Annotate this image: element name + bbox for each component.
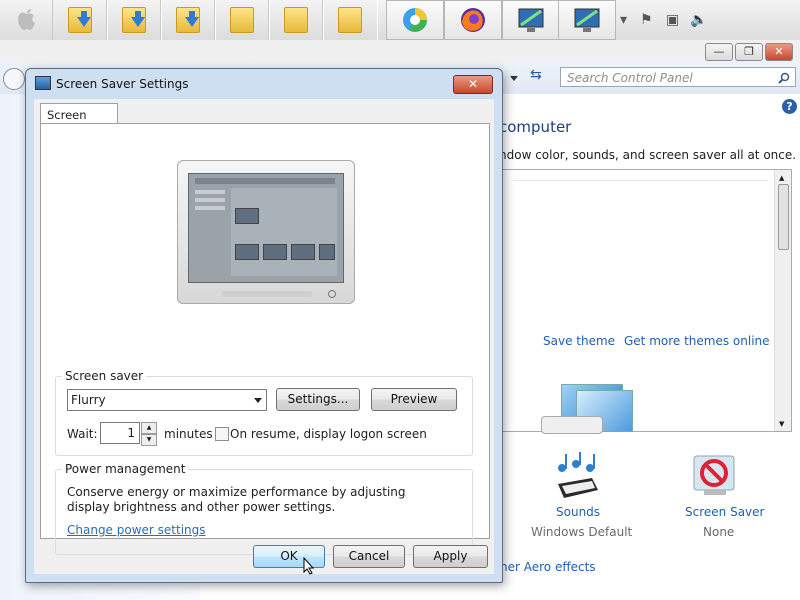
taskbar-folder-5[interactable] [268, 0, 324, 40]
dialog-body: Screen Saver [34, 99, 494, 574]
minimize-button[interactable]: — [705, 43, 733, 61]
monitor-app-icon [518, 8, 544, 32]
taskbar-browser-button[interactable] [386, 0, 444, 40]
screen-saver-group-title: Screen saver [62, 369, 147, 383]
wait-spinner[interactable]: ▲ ▼ [141, 422, 157, 446]
screen-saver-item[interactable] [690, 450, 742, 502]
restore-button[interactable]: ❐ [735, 43, 763, 61]
screen-saver-none-icon [693, 455, 735, 495]
screen-saver-select[interactable]: Flurry [67, 389, 267, 411]
theme-list-scrollbar[interactable]: ▲ ▼ [774, 170, 791, 431]
logon-screen-label[interactable]: On resume, display logon screen [230, 427, 427, 441]
taskbar-app-button-1[interactable] [502, 0, 560, 40]
aero-effects-link[interactable]: her Aero effects [500, 560, 596, 574]
folder-download-icon [68, 7, 92, 33]
taskbar: ▾ ⚑ ▣ 🔈 [0, 0, 800, 41]
power-management-title: Power management [62, 462, 189, 476]
taskbar-folder-1[interactable] [52, 0, 108, 40]
taskbar-folder-3[interactable] [160, 0, 216, 40]
theme-list[interactable]: Save theme Get more themes online ▲ ▼ [500, 169, 792, 434]
settings-button[interactable]: Settings... [276, 388, 360, 411]
logon-screen-checkbox[interactable] [215, 427, 229, 441]
control-panel-titlebar [0, 40, 800, 62]
page-heading: computer [499, 118, 572, 136]
firefox-icon [461, 8, 485, 32]
dialog-close-button[interactable]: ✕ [453, 75, 493, 94]
flag-icon[interactable]: ⚑ [640, 12, 653, 28]
save-theme-link[interactable]: Save theme [543, 334, 615, 348]
spin-down-icon[interactable]: ▼ [141, 434, 157, 446]
screen-saver-value: None [703, 525, 735, 539]
folder-download-icon [122, 7, 146, 33]
preview-button[interactable]: Preview [371, 388, 457, 411]
folder-icon [230, 7, 254, 33]
search-input[interactable]: Search Control Panel [560, 67, 796, 87]
dialog-title: Screen Saver Settings [56, 77, 189, 91]
wait-minutes-input[interactable]: 1 [100, 422, 140, 444]
folder-download-icon [176, 7, 200, 33]
dialog-app-icon [35, 76, 51, 90]
monitor-preview [177, 160, 355, 304]
dropdown-arrow-icon [254, 398, 262, 403]
tray-chevron-icon[interactable]: ▾ [620, 12, 627, 28]
wait-label: Wait: [67, 427, 98, 441]
address-dropdown-icon[interactable] [505, 69, 523, 87]
help-icon[interactable]: ? [782, 99, 797, 114]
mouse-pointer-icon [303, 557, 315, 575]
taskbar-firefox-button[interactable] [444, 0, 502, 40]
screen-saver-label[interactable]: Screen Saver [685, 505, 764, 519]
browser-icon [403, 8, 427, 32]
monitor-power-icon [328, 290, 336, 298]
tab-panel: Screen saver Flurry Settings... Preview … [40, 123, 490, 555]
page-description: ndow color, sounds, and screen saver all… [499, 148, 797, 162]
apply-button[interactable]: Apply [413, 545, 488, 568]
sounds-icon [558, 452, 598, 498]
screen-saver-dialog: Screen Saver Settings ✕ Screen Saver [25, 68, 503, 583]
search-placeholder: Search Control Panel [567, 71, 693, 85]
theme-thumbnail[interactable] [541, 384, 633, 434]
folder-icon [284, 7, 308, 33]
sounds-label[interactable]: Sounds [556, 505, 600, 519]
apple-menu-button[interactable] [0, 0, 53, 40]
sounds-value: Windows Default [531, 525, 633, 539]
cancel-button[interactable]: Cancel [333, 545, 405, 568]
screen-saver-group: Screen saver Flurry Settings... Preview … [55, 369, 473, 456]
minutes-label: minutes [164, 427, 213, 441]
sounds-item[interactable] [548, 450, 604, 502]
taskbar-folder-2[interactable] [106, 0, 162, 40]
refresh-icon[interactable]: ⇆ [530, 67, 550, 87]
close-window-button[interactable]: ✕ [765, 43, 793, 61]
volume-muted-icon[interactable]: 🔈 [690, 12, 707, 28]
back-button[interactable] [3, 68, 25, 90]
more-themes-link[interactable]: Get more themes online [624, 334, 770, 348]
taskbar-app-button-2[interactable] [558, 0, 616, 40]
taskbar-folder-6[interactable] [322, 0, 378, 40]
screen-saver-selected-value: Flurry [71, 393, 106, 407]
monitor-app-icon [574, 8, 600, 32]
search-icon[interactable] [778, 72, 790, 84]
taskbar-folder-4[interactable] [214, 0, 270, 40]
tab-screen-saver[interactable]: Screen Saver [40, 103, 118, 136]
change-power-settings-link[interactable]: Change power settings [67, 523, 206, 537]
power-management-group: Power management Conserve energy or maxi… [55, 462, 473, 555]
spin-up-icon[interactable]: ▲ [141, 422, 157, 434]
apple-icon [18, 9, 35, 30]
power-description: Conserve energy or maximize performance … [67, 485, 406, 514]
network-icon[interactable]: ▣ [666, 12, 679, 28]
folder-icon [338, 7, 362, 33]
preview-screen [188, 173, 344, 283]
